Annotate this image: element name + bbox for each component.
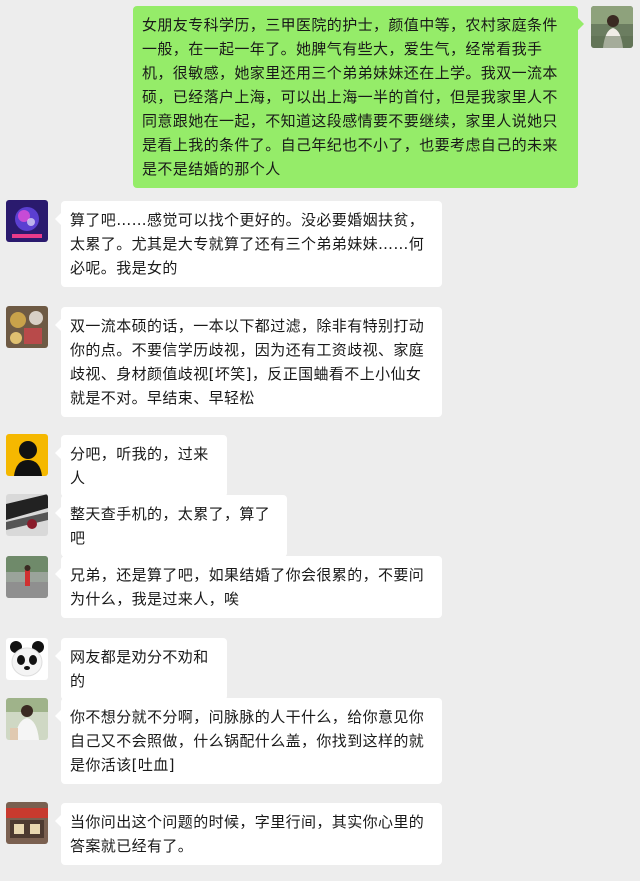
message-bubble[interactable]: 整天查手机的，太累了，算了吧 [55, 495, 287, 557]
panda-avatar[interactable] [6, 638, 48, 680]
message-bubble[interactable]: 当你问出这个问题的时候，字里行间，其实你心里的答案就已经有了。 [55, 803, 442, 865]
silhouette-avatar[interactable] [6, 434, 48, 476]
message-bubble[interactable]: 算了吧……感觉可以找个更好的。没必要婚姻扶贫，太累了。尤其是大专就算了还有三个弟… [55, 201, 442, 287]
storefront-avatar[interactable] [6, 802, 48, 844]
message-bubble[interactable]: 分吧，听我的，过来人 [55, 435, 227, 497]
galaxy-avatar[interactable] [6, 200, 48, 242]
self-avatar[interactable] [591, 6, 633, 48]
anime-avatar[interactable] [6, 494, 48, 536]
toys-avatar[interactable] [6, 306, 48, 348]
person-photo-avatar[interactable] [6, 698, 48, 740]
chat-thread: 女朋友专科学历，三甲医院的护士，颜值中等，农村家庭条件一般，在一起一年了。她脾气… [0, 0, 640, 881]
message-bubble[interactable]: 网友都是劝分不劝和的 [55, 638, 227, 700]
street-photo-avatar[interactable] [6, 556, 48, 598]
message-bubble[interactable]: 双一流本硕的话，一本以下都过滤，除非有特别打动你的点。不要信学历歧视，因为还有工… [55, 307, 442, 417]
message-bubble-self[interactable]: 女朋友专科学历，三甲医院的护士，颜值中等，农村家庭条件一般，在一起一年了。她脾气… [133, 6, 584, 188]
message-bubble[interactable]: 兄弟，还是算了吧，如果结婚了你会很累的，不要问为什么，我是过来人，唉 [55, 556, 442, 618]
message-bubble[interactable]: 你不想分就不分啊，问脉脉的人干什么，给你意见你自己又不会照做，什么锅配什么盖，你… [55, 698, 442, 784]
